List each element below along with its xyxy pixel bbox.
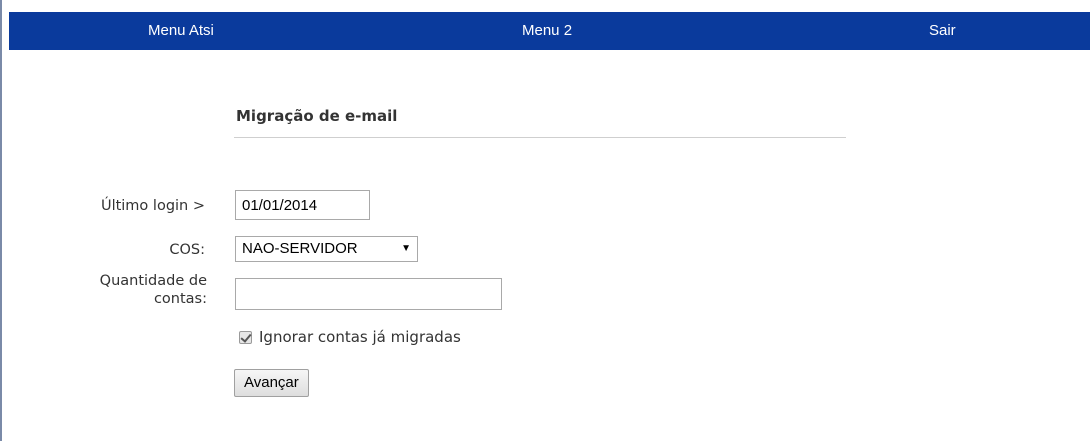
title-divider xyxy=(234,137,846,138)
cos-selected-value: NAO-SERVIDOR xyxy=(242,240,358,257)
quantity-input[interactable] xyxy=(235,278,502,310)
ignore-migrated-label[interactable]: Ignorar contas já migradas xyxy=(259,328,461,346)
top-navigation: Menu Atsi Menu 2 Sair xyxy=(9,12,1090,50)
nav-sair[interactable]: Sair xyxy=(929,12,956,50)
advance-button[interactable]: Avançar xyxy=(234,369,309,397)
quantity-label-line1: Quantidade de xyxy=(99,273,207,289)
nav-menu-2[interactable]: Menu 2 xyxy=(522,12,572,50)
cos-label: COS: xyxy=(169,242,205,258)
last-login-input[interactable] xyxy=(235,190,370,220)
ignore-migrated-checkbox[interactable] xyxy=(239,330,252,344)
ignore-migrated-row[interactable]: Ignorar contas já migradas xyxy=(239,328,461,346)
page-frame xyxy=(0,0,1090,441)
dropdown-arrow-icon: ▼ xyxy=(401,243,411,254)
quantity-label: Quantidade de contas: xyxy=(47,272,207,308)
quantity-label-line2: contas: xyxy=(153,291,207,307)
page-title: Migração de e-mail xyxy=(236,107,398,125)
cos-select[interactable]: NAO-SERVIDOR ▼ xyxy=(235,236,418,262)
nav-menu-atsi[interactable]: Menu Atsi xyxy=(148,12,214,50)
last-login-label: Último login > xyxy=(100,198,205,214)
